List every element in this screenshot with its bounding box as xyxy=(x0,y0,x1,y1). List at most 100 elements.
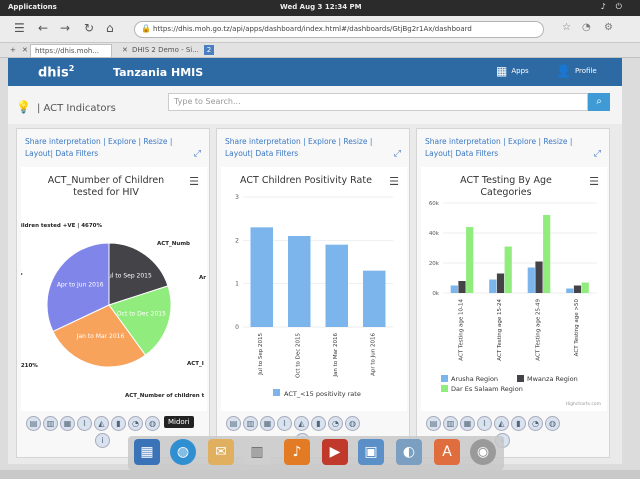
calendar-icon[interactable]: ▥ xyxy=(244,439,270,465)
tab-dhis-demo[interactable]: DHIS 2 Demo - Si... xyxy=(128,44,206,57)
dashboard-bar: 💡 | ACT Indicators Type to Search... ⌕ xyxy=(8,86,622,124)
x-tick-label: Jul to Sep 2015 xyxy=(258,332,264,375)
switchboard-icon[interactable]: ◐ xyxy=(396,439,422,465)
search-input[interactable]: Type to Search... xyxy=(168,93,588,111)
item-actions[interactable]: Share interpretation | Explore | Resize … xyxy=(425,136,595,160)
bar xyxy=(566,288,574,293)
legend-swatch xyxy=(517,375,524,382)
bar-chart: ACT Children Positivity Rate ☰ 0 1 2 3 Jul t… xyxy=(221,167,407,411)
stacked-chart-icon[interactable]: ▦ xyxy=(460,416,475,431)
dashboard-title[interactable]: 💡 | ACT Indicators xyxy=(16,100,116,114)
bar xyxy=(288,236,311,327)
pie-data-label: ACT_Number of children t xyxy=(125,393,205,399)
midori-browser-icon[interactable]: ◍ xyxy=(170,439,196,465)
x-tick-label: Apr to Jun 2016 xyxy=(370,333,376,376)
bar-chart-icon[interactable]: ▥ xyxy=(243,416,258,431)
area-chart-icon[interactable]: ◭ xyxy=(94,416,109,431)
downloads-icon[interactable]: ◔ xyxy=(582,22,591,33)
x-tick-label: Jan to Mar 2016 xyxy=(333,333,339,378)
dock: ▦ ◍ ✉ ▥ ♪ ▶ ▣ ◐ A ◉ xyxy=(128,436,504,470)
bar-chart-icon[interactable]: ▥ xyxy=(443,416,458,431)
apps-grid-icon: ▦ xyxy=(496,64,508,78)
map-icon[interactable]: ◍ xyxy=(145,416,160,431)
search-button[interactable]: ⌕ xyxy=(588,93,610,111)
bar xyxy=(466,227,474,293)
x-tick-label: ACT Testing age 15-24 xyxy=(497,299,503,361)
menu-icon[interactable]: ☰ xyxy=(14,21,25,35)
bar xyxy=(527,267,535,293)
pie-slice-label: Jul to Sep 2015 xyxy=(105,272,152,279)
disk-icon[interactable]: ◉ xyxy=(470,439,496,465)
settings-icon[interactable]: ⚙ xyxy=(604,22,613,33)
back-icon[interactable]: ← xyxy=(38,21,48,35)
legend-label: ACT_<15 positivity rate xyxy=(284,390,361,398)
power-icon[interactable]: ⏻ xyxy=(616,2,632,11)
legend-swatch xyxy=(441,385,448,392)
profile-button[interactable]: 👤 Profile xyxy=(556,64,597,78)
tab-dhis[interactable]: https://dhis.moh... xyxy=(30,44,112,57)
item-actions[interactable]: Share interpretation | Explore | Resize … xyxy=(225,136,395,160)
pie-slice-label: Jan to Mar 2016 xyxy=(76,333,125,340)
stacked-chart-icon[interactable]: ▦ xyxy=(260,416,275,431)
line-chart-icon[interactable]: ⌇ xyxy=(277,416,292,431)
line-chart-icon[interactable]: ⌇ xyxy=(477,416,492,431)
bar-chart-icon[interactable]: ▥ xyxy=(43,416,58,431)
legend-label: Mwanza Region xyxy=(527,375,578,383)
chart-credit: Highcharts.com xyxy=(566,401,601,407)
grouped-bar-svg: 0k 20k 40k 60k ACT Testing age 10-14 ACT Test… xyxy=(429,201,601,407)
info-icon[interactable]: i xyxy=(95,433,110,448)
legend-label: Arusha Region xyxy=(451,375,498,383)
apps-button[interactable]: ▦ Apps xyxy=(496,64,529,78)
search-icon: ⌕ xyxy=(596,96,602,107)
bar xyxy=(450,285,458,293)
screen-bottom xyxy=(0,470,640,479)
expand-icon[interactable]: ⤢ xyxy=(394,149,401,159)
clock[interactable]: Wed Aug 3 12:34 PM xyxy=(280,3,362,11)
grouped-bar-chart: ACT Testing By Age Categories ☰ 0k 20k 40k 6… xyxy=(421,167,607,411)
area-chart-icon[interactable]: ◭ xyxy=(294,416,309,431)
app-center-icon[interactable]: A xyxy=(434,439,460,465)
item-actions[interactable]: Share interpretation | Explore | Resize … xyxy=(25,136,195,160)
bar xyxy=(581,282,589,293)
bar xyxy=(363,270,386,327)
table-icon[interactable]: ▤ xyxy=(426,416,441,431)
volume-icon[interactable]: ♪ xyxy=(601,2,616,11)
legend-swatch xyxy=(441,375,448,382)
applications-menu[interactable]: Applications xyxy=(8,3,57,11)
bookmark-icon[interactable]: ☆ xyxy=(562,22,571,33)
legend-swatch xyxy=(273,389,280,396)
dhis-logo[interactable]: dhis2 xyxy=(38,64,74,80)
files-icon[interactable]: ▦ xyxy=(134,439,160,465)
dashboard-item-grouped-bar: Share interpretation | Explore | Resize … xyxy=(416,128,610,458)
home-icon[interactable]: ⌂ xyxy=(106,21,114,35)
pie-chart-icon[interactable]: ◔ xyxy=(128,416,143,431)
browser-toolbar: ☰ ← → ↻ ⌂ 🔒 https://dhis.moh.go.tz/api/a… xyxy=(0,16,640,43)
pie-chart-icon[interactable]: ◔ xyxy=(528,416,543,431)
table-icon[interactable]: ▤ xyxy=(26,416,41,431)
user-icon: 👤 xyxy=(556,64,571,78)
x-tick-label: Oct to Dec 2015 xyxy=(295,333,301,378)
y-tick-label: 60k xyxy=(429,201,440,207)
area-chart-icon[interactable]: ◭ xyxy=(494,416,509,431)
column-chart-icon[interactable]: ▮ xyxy=(511,416,526,431)
expand-icon[interactable]: ⤢ xyxy=(594,149,601,159)
column-chart-icon[interactable]: ▮ xyxy=(111,416,126,431)
column-chart-icon[interactable]: ▮ xyxy=(311,416,326,431)
music-icon[interactable]: ♪ xyxy=(284,439,310,465)
mail-icon[interactable]: ✉ xyxy=(208,439,234,465)
map-icon[interactable]: ◍ xyxy=(345,416,360,431)
line-chart-icon[interactable]: ⌇ xyxy=(77,416,92,431)
map-icon[interactable]: ◍ xyxy=(545,416,560,431)
table-icon[interactable]: ▤ xyxy=(226,416,241,431)
photos-icon[interactable]: ▣ xyxy=(358,439,384,465)
stacked-chart-icon[interactable]: ▦ xyxy=(60,416,75,431)
lightbulb-icon: 💡 xyxy=(16,100,31,114)
video-icon[interactable]: ▶ xyxy=(322,439,348,465)
expand-icon[interactable]: ⤢ xyxy=(194,149,201,159)
pie-chart-icon[interactable]: ◔ xyxy=(328,416,343,431)
pie-data-label: 5210% xyxy=(21,363,38,369)
reload-icon[interactable]: ↻ xyxy=(84,21,94,35)
url-bar[interactable]: 🔒 https://dhis.moh.go.tz/api/apps/dashbo… xyxy=(134,21,544,38)
url-text: https://dhis.moh.go.tz/api/apps/dashboar… xyxy=(153,25,472,33)
forward-icon[interactable]: → xyxy=(60,21,70,35)
